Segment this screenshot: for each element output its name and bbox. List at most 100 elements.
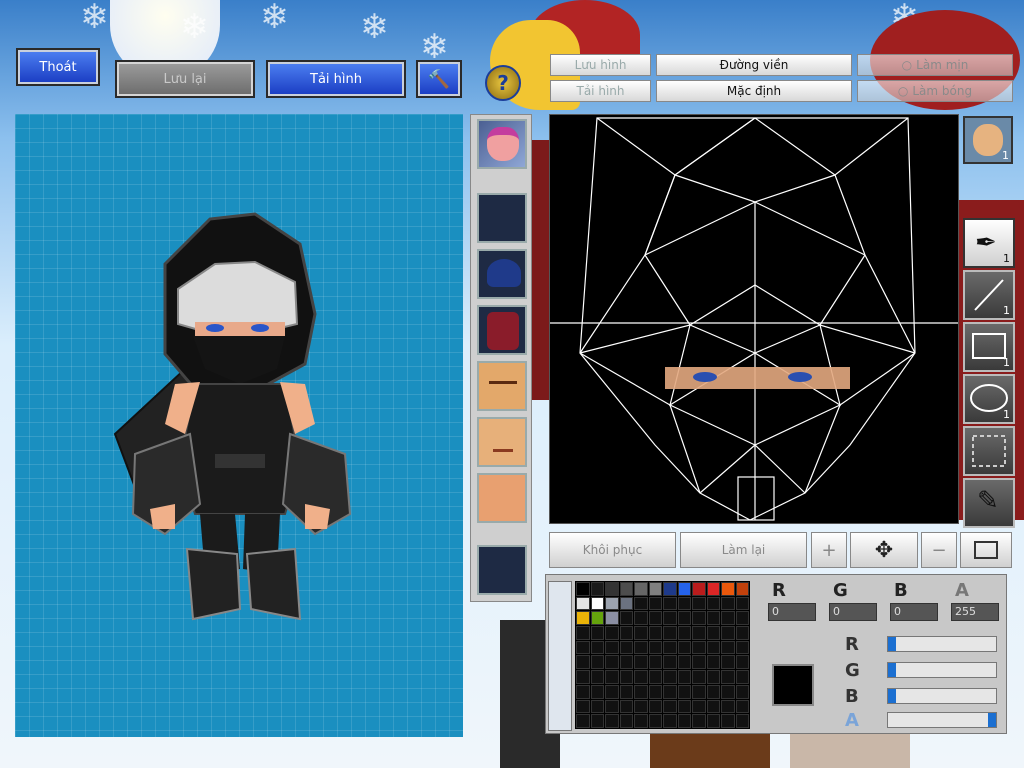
brush-tool[interactable]: ✒ 1 <box>963 218 1015 268</box>
palette-cell[interactable] <box>692 714 706 728</box>
palette-cell[interactable] <box>605 611 619 626</box>
palette-cell[interactable] <box>619 684 633 699</box>
palette-cell[interactable] <box>692 699 706 714</box>
palette-cell[interactable] <box>663 684 677 699</box>
palette-cell[interactable] <box>735 684 749 699</box>
part-slot-face-3[interactable] <box>477 473 527 523</box>
palette-cell[interactable] <box>735 626 749 640</box>
palette-cell[interactable] <box>677 626 691 640</box>
palette-cell[interactable] <box>634 611 648 626</box>
palette-cell[interactable] <box>735 699 749 714</box>
palette-cell[interactable] <box>663 582 677 596</box>
palette-cell[interactable] <box>706 640 720 655</box>
slider-handle[interactable] <box>888 637 896 651</box>
palette-cell[interactable] <box>706 670 720 684</box>
part-slot-armor[interactable] <box>477 305 527 355</box>
palette-cell[interactable] <box>735 582 749 596</box>
save-button[interactable]: Lưu lại <box>115 60 255 98</box>
palette-cell[interactable] <box>619 596 633 611</box>
palette-cell[interactable] <box>576 626 590 640</box>
palette-cell[interactable] <box>576 640 590 655</box>
palette-cell[interactable] <box>605 582 619 596</box>
palette-cell[interactable] <box>706 684 720 699</box>
palette-cell[interactable] <box>663 626 677 640</box>
slider-handle[interactable] <box>888 663 896 677</box>
palette-cell[interactable] <box>634 670 648 684</box>
part-slot-empty[interactable] <box>477 193 527 243</box>
palette-cell[interactable] <box>663 670 677 684</box>
palette-cell[interactable] <box>721 684 735 699</box>
palette-cell[interactable] <box>706 626 720 640</box>
palette-cell[interactable] <box>706 655 720 670</box>
palette-cell[interactable] <box>590 684 604 699</box>
tool-button[interactable]: 🔨 <box>416 60 462 98</box>
palette-cell[interactable] <box>590 714 604 728</box>
palette-cell[interactable] <box>576 611 590 626</box>
palette-cell[interactable] <box>677 640 691 655</box>
rectangle-tool[interactable]: 1 <box>963 322 1015 372</box>
palette-cell[interactable] <box>648 655 662 670</box>
palette-cell[interactable] <box>605 699 619 714</box>
alpha-value[interactable]: 255 <box>951 603 999 621</box>
exit-button[interactable]: Thoát <box>16 48 100 86</box>
restore-button[interactable]: Khôi phục <box>549 532 676 568</box>
palette-cell[interactable] <box>663 611 677 626</box>
green-value[interactable]: 0 <box>829 603 877 621</box>
palette-cell[interactable] <box>692 655 706 670</box>
palette-cell[interactable] <box>677 684 691 699</box>
minus-button[interactable]: − <box>921 532 957 568</box>
palette-cell[interactable] <box>692 640 706 655</box>
default-tab[interactable]: Mặc định <box>656 80 852 102</box>
palette-cell[interactable] <box>590 596 604 611</box>
palette-cell[interactable] <box>605 626 619 640</box>
face-preview-badge[interactable]: 1 <box>963 116 1013 164</box>
palette-cell[interactable] <box>605 670 619 684</box>
palette-cell[interactable] <box>706 714 720 728</box>
palette-cell[interactable] <box>692 611 706 626</box>
palette-cell[interactable] <box>576 582 590 596</box>
palette-cell[interactable] <box>721 596 735 611</box>
palette-cell[interactable] <box>706 596 720 611</box>
palette-cell[interactable] <box>590 655 604 670</box>
palette-cell[interactable] <box>605 714 619 728</box>
palette-cell[interactable] <box>692 582 706 596</box>
palette-cell[interactable] <box>735 611 749 626</box>
palette-cell[interactable] <box>706 582 720 596</box>
palette-cell[interactable] <box>648 714 662 728</box>
palette-cell[interactable] <box>576 684 590 699</box>
palette-cell[interactable] <box>648 684 662 699</box>
slider-handle[interactable] <box>888 689 896 703</box>
move-button[interactable]: ✥ <box>850 532 918 568</box>
eyedropper-tool[interactable]: ✎ <box>963 478 1015 528</box>
palette-cell[interactable] <box>735 640 749 655</box>
palette-cell[interactable] <box>663 596 677 611</box>
palette-cell[interactable] <box>706 611 720 626</box>
palette-cell[interactable] <box>677 596 691 611</box>
palette-cell[interactable] <box>692 670 706 684</box>
palette-cell[interactable] <box>721 640 735 655</box>
red-slider[interactable] <box>887 636 997 652</box>
palette-cell[interactable] <box>634 714 648 728</box>
palette-cell[interactable] <box>721 670 735 684</box>
ellipse-tool[interactable]: 1 <box>963 374 1015 424</box>
slider-handle[interactable] <box>988 713 996 727</box>
palette-cell[interactable] <box>735 670 749 684</box>
palette-cell[interactable] <box>663 640 677 655</box>
add-button[interactable]: + <box>811 532 847 568</box>
palette-cell[interactable] <box>692 596 706 611</box>
palette-cell[interactable] <box>619 640 633 655</box>
palette-cell[interactable] <box>634 626 648 640</box>
load-image-tab[interactable]: Tải hình <box>550 80 651 102</box>
palette-cell[interactable] <box>706 699 720 714</box>
save-image-tab[interactable]: Lưu hình <box>550 54 651 76</box>
help-icon[interactable]: ? <box>485 65 521 101</box>
palette-cell[interactable] <box>735 596 749 611</box>
palette-cell[interactable] <box>576 670 590 684</box>
palette-cell[interactable] <box>605 655 619 670</box>
palette-cell[interactable] <box>648 582 662 596</box>
shadow-toggle[interactable]: ○ Làm bóng <box>857 80 1013 102</box>
palette-cell[interactable] <box>648 670 662 684</box>
palette-cell[interactable] <box>619 670 633 684</box>
palette-cell[interactable] <box>721 655 735 670</box>
alpha-slider[interactable] <box>887 712 997 728</box>
